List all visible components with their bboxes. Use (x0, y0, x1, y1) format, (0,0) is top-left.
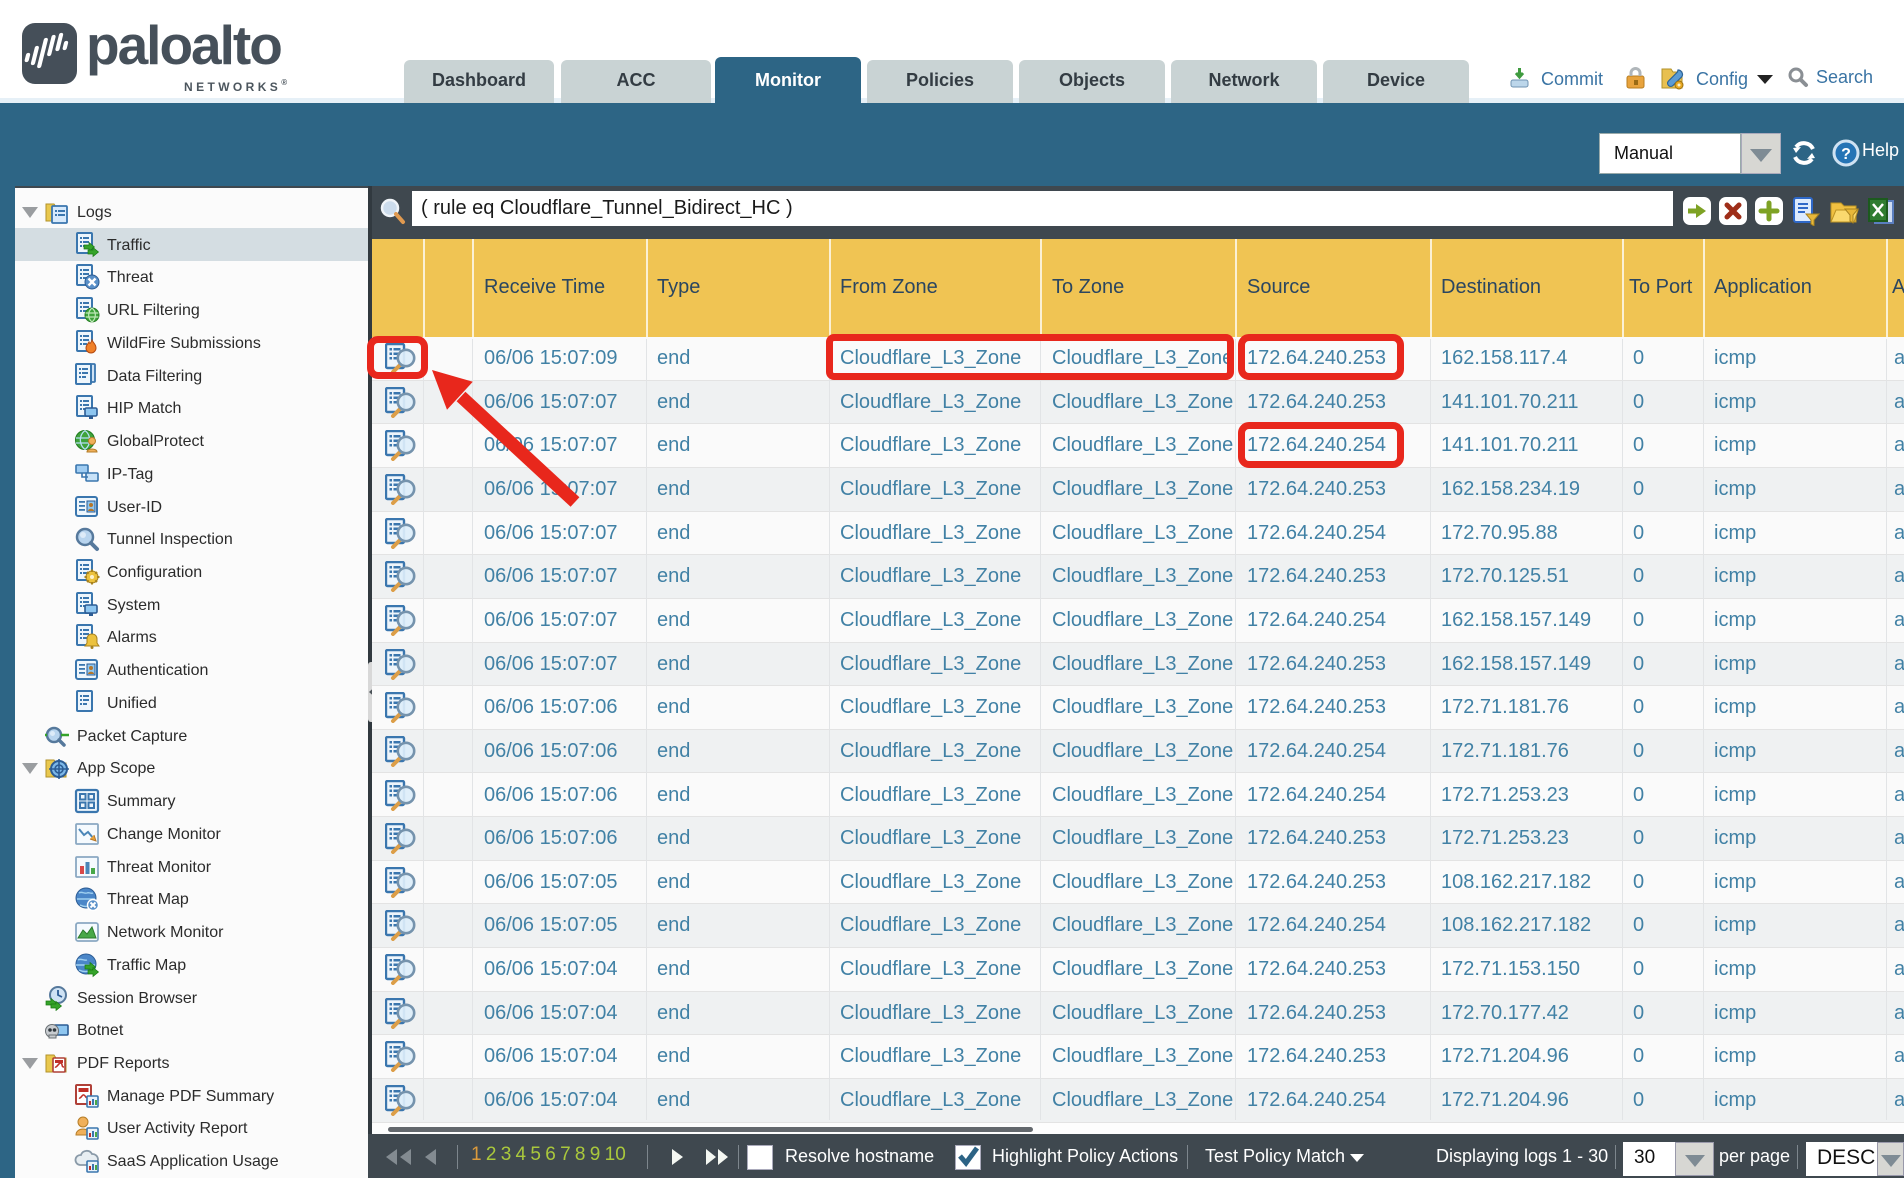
svg-text:?: ? (1841, 146, 1851, 163)
